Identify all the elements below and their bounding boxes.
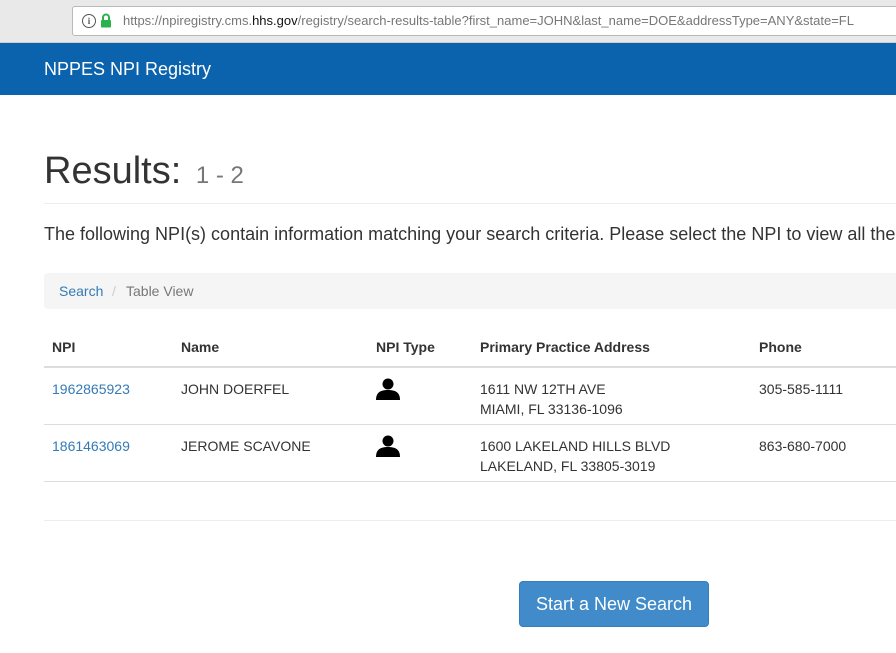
new-search-button[interactable]: Start a New Search (519, 581, 709, 627)
url-prefix: https://npiregistry.cms. (123, 13, 253, 28)
provider-name: JOHN DOERFEL (181, 381, 290, 397)
practice-address: 1611 NW 12TH AVE MIAMI, FL 33136-1096 (480, 379, 623, 419)
person-icon (376, 435, 400, 460)
provider-name: JEROME SCAVONE (181, 438, 311, 454)
header-npi-type: NPI Type (376, 339, 435, 355)
breadcrumb: Search / Table View (44, 273, 896, 309)
address-bar[interactable]: i https://npiregistry.cms.hhs.gov/regist… (72, 6, 896, 36)
address-line1: 1600 LAKELAND HILLS BLVD (480, 438, 671, 454)
table-row: 1861463069 JEROME SCAVONE 1600 LAKELAND … (44, 425, 896, 482)
address-line2: MIAMI, FL 33136-1096 (480, 401, 623, 417)
breadcrumb-current: Table View (126, 283, 194, 299)
results-table: NPI Name NPI Type Primary Practice Addre… (44, 330, 896, 482)
breadcrumb-search-link[interactable]: Search (59, 283, 103, 299)
person-icon (376, 378, 400, 403)
address-line2: LAKELAND, FL 33805-3019 (480, 458, 656, 474)
npi-link[interactable]: 1861463069 (52, 436, 130, 456)
results-range: 1 - 2 (195, 162, 244, 189)
header-name: Name (181, 339, 220, 355)
phone-number: 305-585-1111 (759, 381, 844, 397)
address-line1: 1611 NW 12TH AVE (480, 381, 606, 397)
page-title: Results: 1 - 2 (44, 150, 244, 193)
url-text[interactable]: https://npiregistry.cms.hhs.gov/registry… (123, 13, 854, 28)
divider (44, 203, 896, 204)
phone-number: 863-680-7000 (759, 438, 847, 454)
divider (44, 520, 896, 521)
site-header: NPPES NPI Registry (0, 43, 896, 95)
info-icon[interactable]: i (82, 14, 96, 28)
breadcrumb-separator: / (112, 283, 116, 299)
url-suffix: /registry/search-results-table?first_nam… (297, 13, 854, 28)
lock-icon[interactable] (100, 13, 112, 33)
header-address: Primary Practice Address (480, 339, 650, 355)
brand-link[interactable]: NPPES NPI Registry (44, 59, 211, 80)
browser-toolbar: i https://npiregistry.cms.hhs.gov/regist… (0, 0, 896, 43)
table-header: NPI Name NPI Type Primary Practice Addre… (44, 330, 896, 368)
header-npi: NPI (52, 339, 76, 355)
header-phone: Phone (759, 339, 802, 355)
results-description: The following NPI(s) contain information… (44, 224, 896, 244)
url-domain: hhs.gov (252, 13, 298, 28)
npi-link[interactable]: 1962865923 (52, 379, 130, 399)
practice-address: 1600 LAKELAND HILLS BLVD LAKELAND, FL 338… (480, 436, 670, 476)
table-row: 1962865923 JOHN DOERFEL 1611 NW 12TH AVE… (44, 368, 896, 425)
results-label: Results: (44, 150, 182, 192)
